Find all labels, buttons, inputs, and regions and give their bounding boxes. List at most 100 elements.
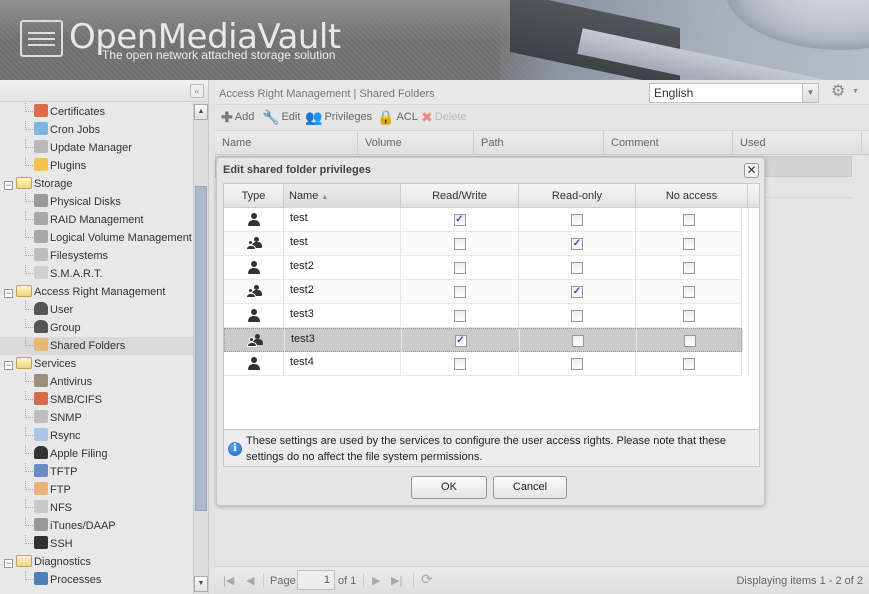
read-write-checkbox[interactable]: [453, 262, 466, 274]
first-page-icon[interactable]: |◀: [223, 574, 234, 587]
table-row[interactable]: test ✓: [224, 232, 742, 256]
sidebar-item-itunes-daap[interactable]: iTunes/DAAP: [0, 517, 193, 535]
name-cell: test: [284, 232, 401, 255]
sidebar-item-storage[interactable]: − Storage: [0, 175, 193, 193]
sidebar-item-cron-jobs[interactable]: Cron Jobs: [0, 121, 193, 139]
table-row[interactable]: test2 ✓: [224, 280, 742, 304]
read-only-checkbox[interactable]: [571, 358, 583, 370]
collapse-node-icon[interactable]: −: [4, 559, 13, 568]
sidebar-item-ssh[interactable]: SSH: [0, 535, 193, 553]
chevron-down-icon[interactable]: ▼: [802, 84, 818, 102]
info-icon: i: [228, 442, 242, 456]
scroll-up-button[interactable]: ▲: [194, 104, 208, 120]
column-no-access[interactable]: No access: [636, 184, 748, 208]
read-write-checkbox[interactable]: [453, 286, 466, 298]
gear-icon[interactable]: ⚙: [831, 83, 845, 101]
sidebar-item-rsync[interactable]: Rsync: [0, 427, 193, 445]
sidebar-item-update-manager[interactable]: Update Manager: [0, 139, 193, 157]
scroll-down-button[interactable]: ▼: [194, 576, 208, 592]
sidebar-item-services[interactable]: − Services: [0, 355, 193, 373]
sidebar-item-shared-folders[interactable]: Shared Folders: [0, 337, 193, 355]
sidebar-item-label: Services: [34, 358, 77, 370]
ok-button[interactable]: OK: [411, 476, 487, 499]
privileges-button[interactable]: 👥 Privileges: [305, 110, 372, 124]
collapse-node-icon[interactable]: −: [4, 361, 13, 370]
sidebar-scrollbar[interactable]: ▲ ▼: [193, 103, 208, 594]
prev-page-icon[interactable]: ◀: [246, 574, 254, 587]
column-volume[interactable]: Volume: [358, 131, 474, 155]
sidebar-item-tftp[interactable]: TFTP: [0, 463, 193, 481]
sidebar-item-access-right-management[interactable]: − Access Right Management: [0, 283, 193, 301]
no-access-checkbox[interactable]: [682, 286, 695, 298]
close-icon[interactable]: ✕: [744, 163, 759, 178]
processes-icon: [34, 572, 48, 585]
no-access-checkbox[interactable]: [682, 262, 695, 274]
read-only-checkbox[interactable]: ✓: [571, 238, 583, 250]
no-access-checkbox[interactable]: [682, 238, 695, 250]
column-name[interactable]: Name: [215, 131, 358, 155]
sidebar-item-nfs[interactable]: NFS: [0, 499, 193, 517]
sidebar-item-logical-volume-management[interactable]: Logical Volume Management: [0, 229, 193, 247]
sidebar-item-s-m-a-r-t[interactable]: S.M.A.R.T.: [0, 265, 193, 283]
language-select[interactable]: English ▼: [649, 83, 819, 103]
read-write-checkbox[interactable]: [453, 238, 466, 250]
column-used[interactable]: Used: [733, 131, 862, 155]
refresh-icon[interactable]: ⟳: [421, 571, 433, 588]
page-input[interactable]: 1: [297, 570, 335, 590]
collapse-sidebar-button[interactable]: «: [190, 84, 204, 98]
column-read-write[interactable]: Read/Write: [401, 184, 519, 208]
sidebar-item-smb-cifs[interactable]: SMB/CIFS: [0, 391, 193, 409]
read-only-checkbox[interactable]: [571, 310, 583, 322]
read-write-checkbox[interactable]: [453, 310, 466, 322]
sidebar-item-group[interactable]: Group: [0, 319, 193, 337]
folder-icon: [16, 555, 32, 567]
column-type[interactable]: Type: [224, 184, 284, 208]
column-name[interactable]: Name ▲: [284, 184, 401, 208]
sidebar-item-raid-management[interactable]: RAID Management: [0, 211, 193, 229]
read-only-checkbox[interactable]: [571, 262, 583, 274]
no-access-checkbox[interactable]: [682, 310, 695, 322]
table-row[interactable]: test4: [224, 352, 742, 376]
column-comment[interactable]: Comment: [604, 131, 733, 155]
read-only-checkbox[interactable]: ✓: [571, 286, 583, 298]
name-cell: test2: [284, 280, 401, 303]
no-access-checkbox[interactable]: [682, 214, 695, 226]
add-button[interactable]: ✚ Add: [221, 110, 254, 124]
sidebar-item-diagnostics[interactable]: − Diagnostics: [0, 553, 193, 571]
read-only-checkbox[interactable]: [572, 335, 584, 347]
edit-button[interactable]: 🔧 Edit: [262, 110, 300, 124]
table-row[interactable]: test3 ✓: [224, 328, 743, 352]
delete-button[interactable]: ✖ Delete: [421, 110, 467, 124]
read-write-checkbox[interactable]: [453, 358, 466, 370]
collapse-node-icon[interactable]: −: [4, 289, 13, 298]
sidebar-item-certificates[interactable]: Certificates: [0, 103, 193, 121]
sidebar-item-processes[interactable]: Processes: [0, 571, 193, 589]
last-page-icon[interactable]: ▶|: [391, 574, 402, 587]
sidebar-item-label: Shared Folders: [50, 340, 126, 352]
sidebar-item-user[interactable]: User: [0, 301, 193, 319]
no-access-cell: [636, 232, 742, 255]
no-access-checkbox[interactable]: [683, 335, 696, 347]
read-write-checkbox[interactable]: ✓: [453, 214, 466, 226]
column-read-only[interactable]: Read-only: [519, 184, 636, 208]
sidebar-item-filesystems[interactable]: Filesystems: [0, 247, 193, 265]
table-row[interactable]: test ✓: [224, 208, 742, 232]
sidebar-item-antivirus[interactable]: Antivirus: [0, 373, 193, 391]
sidebar-item-apple-filing[interactable]: Apple Filing: [0, 445, 193, 463]
cancel-button[interactable]: Cancel: [493, 476, 567, 499]
table-row[interactable]: test2: [224, 256, 742, 280]
sidebar-item-snmp[interactable]: SNMP: [0, 409, 193, 427]
column-path[interactable]: Path: [474, 131, 604, 155]
gear-menu-caret-icon[interactable]: ▼: [852, 88, 859, 95]
read-write-checkbox[interactable]: ✓: [454, 335, 467, 347]
sidebar-item-ftp[interactable]: FTP: [0, 481, 193, 499]
read-only-checkbox[interactable]: [571, 214, 583, 226]
table-row[interactable]: test3: [224, 304, 742, 328]
sidebar-item-plugins[interactable]: Plugins: [0, 157, 193, 175]
sidebar-item-physical-disks[interactable]: Physical Disks: [0, 193, 193, 211]
no-access-checkbox[interactable]: [682, 358, 695, 370]
scrollbar-thumb[interactable]: [195, 186, 207, 511]
collapse-node-icon[interactable]: −: [4, 181, 13, 190]
acl-button[interactable]: 🔒 ACL: [377, 110, 418, 124]
next-page-icon[interactable]: ▶: [372, 574, 380, 587]
